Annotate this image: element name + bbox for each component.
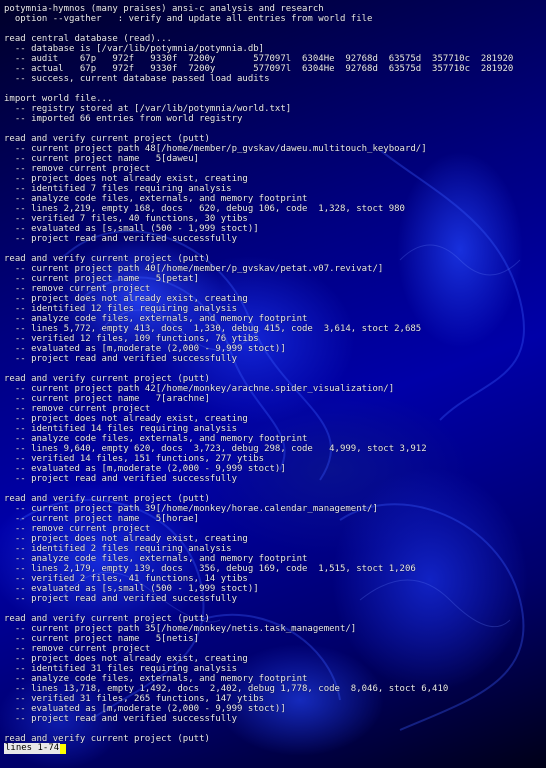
terminal-line: -- current project name 5[horae] <box>4 514 200 524</box>
terminal-line: -- identified 2 files requiring analysis <box>4 544 232 554</box>
terminal-line: option --vgather : verify and update all… <box>4 14 373 24</box>
terminal-line: -- audit 67p 972f 9330f 7200y 577097l 63… <box>4 54 514 64</box>
terminal-line: -- actual 67p 972f 9330f 7200y 577097l 6… <box>4 64 514 74</box>
terminal-line: -- project read and verified successfull… <box>4 234 237 244</box>
terminal-line: -- project read and verified successfull… <box>4 594 237 604</box>
terminal-line: -- lines 2,179, empty 139, docs 356, deb… <box>4 564 416 574</box>
terminal-line: -- verified 12 files, 109 functions, 76 … <box>4 334 259 344</box>
pager-status-bar: lines 1-74 <box>4 743 67 754</box>
terminal-line: -- project read and verified successfull… <box>4 354 237 364</box>
terminal-window[interactable]: potymnia-hymnos (many praises) ansi-c an… <box>0 0 546 768</box>
terminal-line: -- evaluated as [m,moderate (2,000 - 9,9… <box>4 344 286 354</box>
terminal-line: read central database (read)... <box>4 34 172 44</box>
terminal-line: -- identified 31 files requiring analysi… <box>4 664 237 674</box>
terminal-line: read and verify current project (putt) <box>4 614 210 624</box>
text-cursor <box>60 743 67 754</box>
terminal-output: potymnia-hymnos (many praises) ansi-c an… <box>4 4 546 744</box>
terminal-line: -- analyze code files, externals, and me… <box>4 314 308 324</box>
terminal-line: -- current project name 5[petat] <box>4 274 200 284</box>
terminal-line: -- lines 5,772, empty 413, docs 1,330, d… <box>4 324 422 334</box>
terminal-line: -- imported 66 entries from world regist… <box>4 114 243 124</box>
terminal-line: -- identified 12 files requiring analysi… <box>4 304 237 314</box>
terminal-line: -- current project name 5[daweu] <box>4 154 200 164</box>
terminal-line: read and verify current project (putt) <box>4 254 210 264</box>
terminal-line: read and verify current project (putt) <box>4 734 210 744</box>
terminal-line: -- project does not already exist, creat… <box>4 414 248 424</box>
terminal-line: potymnia-hymnos (many praises) ansi-c an… <box>4 4 324 14</box>
terminal-line: -- verified 14 files, 151 functions, 277… <box>4 454 265 464</box>
terminal-line: -- analyze code files, externals, and me… <box>4 434 308 444</box>
terminal-line: -- analyze code files, externals, and me… <box>4 554 308 564</box>
terminal-line: -- identified 7 files requiring analysis <box>4 184 232 194</box>
terminal-line: -- verified 2 files, 41 functions, 14 yt… <box>4 574 248 584</box>
terminal-line: -- remove current project <box>4 644 151 654</box>
terminal-line: -- analyze code files, externals, and me… <box>4 674 308 684</box>
terminal-line: -- evaluated as [s,small (500 - 1,999 st… <box>4 584 259 594</box>
terminal-line: read and verify current project (putt) <box>4 134 210 144</box>
terminal-line: read and verify current project (putt) <box>4 374 210 384</box>
terminal-line: -- current project path 35[/home/monkey/… <box>4 624 357 634</box>
terminal-line: -- lines 9,640, empty 620, docs 3,723, d… <box>4 444 427 454</box>
terminal-line: -- current project path 39[/home/monkey/… <box>4 504 378 514</box>
terminal-line: -- project read and verified successfull… <box>4 714 237 724</box>
terminal-line: -- evaluated as [m,moderate (2,000 - 9,9… <box>4 704 286 714</box>
terminal-line: -- evaluated as [m,moderate (2,000 - 9,9… <box>4 464 286 474</box>
terminal-line: -- verified 7 files, 40 functions, 30 yt… <box>4 214 248 224</box>
terminal-line: -- current project name 7[arachne] <box>4 394 210 404</box>
terminal-line: -- remove current project <box>4 284 151 294</box>
terminal-line: -- verified 31 files, 265 functions, 147… <box>4 694 265 704</box>
terminal-line: -- evaluated as [s,small (500 - 1,999 st… <box>4 224 259 234</box>
terminal-line: -- project does not already exist, creat… <box>4 654 248 664</box>
terminal-line: -- current project path 40[/home/member/… <box>4 264 384 274</box>
terminal-line: -- project does not already exist, creat… <box>4 174 248 184</box>
terminal-line: -- current project name 5[netis] <box>4 634 200 644</box>
terminal-line: -- current project path 48[/home/member/… <box>4 144 427 154</box>
terminal-line: -- remove current project <box>4 404 151 414</box>
terminal-line: -- project does not already exist, creat… <box>4 294 248 304</box>
terminal-line: -- lines 13,718, empty 1,492, docs 2,402… <box>4 684 449 694</box>
terminal-line: -- identified 14 files requiring analysi… <box>4 424 237 434</box>
terminal-line: read and verify current project (putt) <box>4 494 210 504</box>
terminal-line: -- project does not already exist, creat… <box>4 534 248 544</box>
pager-status-text: lines 1-74 <box>4 743 61 754</box>
terminal-line: -- registry stored at [/var/lib/potymnia… <box>4 104 292 114</box>
terminal-line: -- remove current project <box>4 164 151 174</box>
terminal-line: -- lines 2,219, empty 168, docs 620, deb… <box>4 204 405 214</box>
terminal-line: import world file... <box>4 94 113 104</box>
terminal-line: -- current project path 42[/home/monkey/… <box>4 384 395 394</box>
terminal-line: -- database is [/var/lib/potymnia/potymn… <box>4 44 265 54</box>
terminal-line: -- project read and verified successfull… <box>4 474 237 484</box>
terminal-line: -- remove current project <box>4 524 151 534</box>
terminal-line: -- analyze code files, externals, and me… <box>4 194 308 204</box>
terminal-line: -- success, current database passed load… <box>4 74 270 84</box>
